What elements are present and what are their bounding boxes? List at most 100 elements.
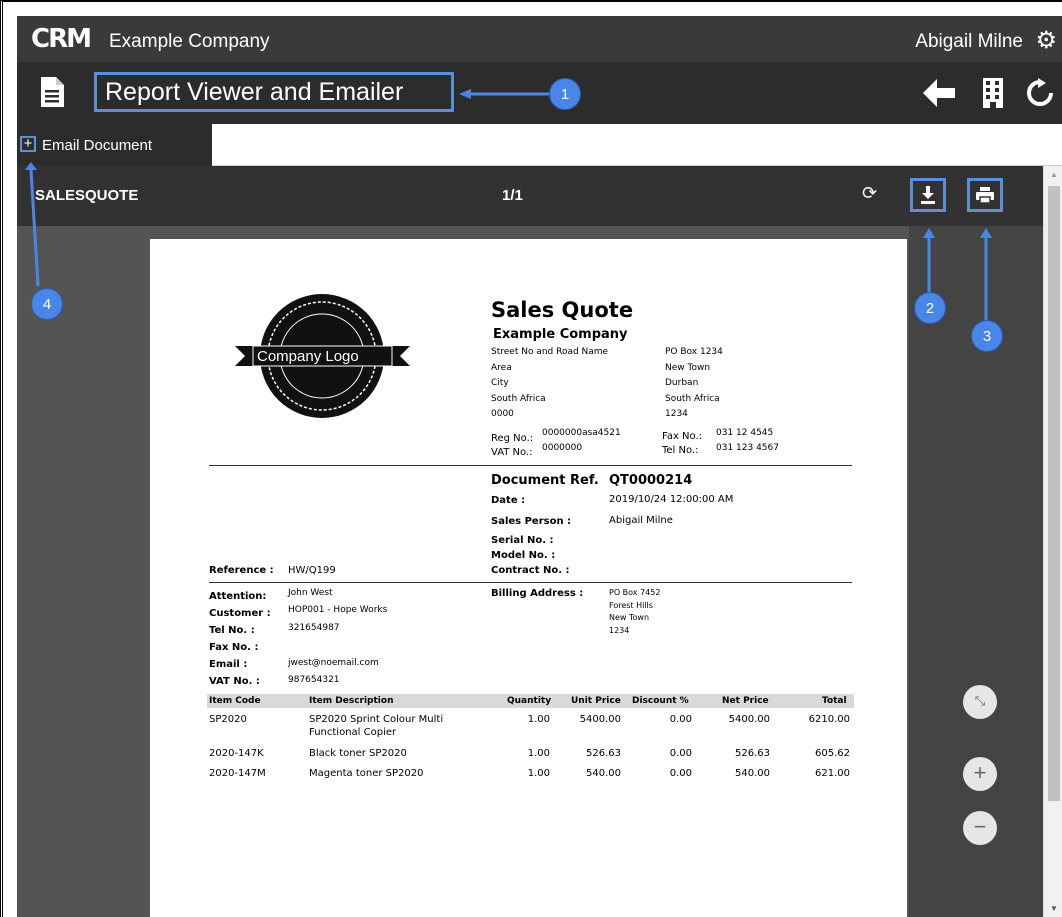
zoom-out-button[interactable]: − (963, 811, 997, 845)
address-line: South Africa (665, 393, 720, 404)
customer-label: Customer : (209, 608, 271, 619)
billing-line: New Town (609, 613, 650, 622)
cell-net: 526.63 (735, 748, 770, 759)
divider (209, 582, 852, 583)
document-heading: Sales Quote (491, 298, 634, 322)
cell-unit: 5400.00 (579, 714, 621, 725)
billing-line: Forest Hills (609, 600, 653, 610)
address-line: PO Box 1234 (665, 347, 723, 357)
crm-logo[interactable]: CRM (31, 24, 92, 54)
billing-label: Billing Address : (491, 588, 584, 599)
download-icon (921, 186, 935, 204)
attention-label: Attention: (209, 591, 267, 602)
divider (209, 465, 852, 466)
print-icon (976, 187, 994, 204)
cell-total: 6210.00 (808, 714, 850, 725)
callout-arrow-1 (459, 89, 559, 99)
cell-unit: 526.63 (586, 748, 621, 759)
address-line: 1234 (665, 409, 688, 419)
cell-net: 540.00 (735, 768, 770, 779)
page-indicator: 1/1 (502, 187, 523, 204)
cust-vat-label: VAT No. : (209, 676, 260, 687)
cell-qty: 1.00 (527, 768, 550, 779)
scroll-down-icon[interactable]: ▼ (1050, 904, 1058, 913)
app-window: CRM Example Company Abigail Milne ⚙ Repo… (0, 0, 1062, 917)
top-bar: CRM Example Company Abigail Milne ⚙ (17, 16, 1062, 62)
tel-value: 031 123 4567 (716, 443, 779, 453)
company-name-doc: Example Company (493, 327, 628, 342)
cell-qty: 1.00 (527, 748, 550, 759)
cell-unit: 540.00 (586, 768, 621, 779)
billing-line: PO Box 7452 (609, 588, 661, 597)
back-arrow-icon[interactable] (923, 79, 955, 112)
cust-tel-label: Tel No. : (209, 625, 255, 636)
cell-disc: 0.00 (669, 768, 692, 779)
cell-desc: SP2020 Sprint Colour Multi (309, 714, 444, 725)
tab-email-document[interactable]: + Email Document (17, 124, 212, 166)
fit-page-button[interactable]: ⤡ (963, 685, 997, 719)
address-line: Area (491, 362, 512, 373)
cell-desc: Black toner SP2020 (309, 748, 407, 759)
cell-code: SP2020 (209, 714, 247, 725)
refresh-icon[interactable] (1024, 78, 1056, 113)
cell-desc: Magenta toner SP2020 (309, 768, 424, 779)
rotate-icon[interactable]: ⟳ (862, 183, 877, 204)
billing-address: PO Box 7452 Forest Hills New Town 1234 (609, 587, 660, 637)
company-name: Example Company (109, 31, 270, 52)
fax-label: Fax No.: (662, 431, 703, 442)
cell-code: 2020-147K (209, 748, 264, 759)
date-value: 2019/10/24 12:00:00 AM (609, 494, 734, 505)
print-button[interactable] (967, 178, 1003, 212)
address-right: PO Box 1234 New Town Durban South Africa… (665, 345, 785, 423)
company-logo: Company Logo (235, 289, 410, 424)
col-quantity: Quantity (507, 696, 552, 706)
cell-disc: 0.00 (669, 748, 692, 759)
billing-line: 1234 (609, 625, 630, 635)
address-left: Street No and Road Name Area City South … (491, 345, 631, 423)
user-name[interactable]: Abigail Milne (915, 31, 1023, 53)
document-icon (39, 76, 65, 113)
reg-label: Reg No.: (491, 433, 534, 444)
cust-fax-label: Fax No. : (209, 642, 259, 653)
contract-label: Contract No. : (491, 565, 570, 576)
salesperson-label: Sales Person : (491, 516, 572, 527)
col-discount: Discount % (632, 696, 689, 706)
logo-text: Company Logo (257, 348, 359, 365)
callout-4: 4 (31, 288, 63, 320)
reg-value: 0000000asa4521 (542, 428, 621, 438)
gear-icon[interactable]: ⚙ (1035, 26, 1057, 55)
scroll-up-icon[interactable]: ▲ (1050, 170, 1058, 179)
cell-disc: 0.00 (669, 714, 692, 725)
col-item-code: Item Code (209, 696, 261, 706)
cell-total: 621.00 (815, 768, 850, 779)
address-line: City (491, 378, 509, 388)
address-line: 0000 (491, 409, 514, 419)
plus-icon[interactable]: + (20, 136, 36, 152)
cell-net: 5400.00 (728, 714, 770, 725)
address-line: Durban (665, 378, 699, 388)
download-button[interactable] (910, 178, 946, 212)
address-line: Street No and Road Name (491, 347, 609, 357)
cell-desc: Functional Copier (309, 727, 397, 738)
vertical-scrollbar[interactable]: ▲ ▼ (1043, 166, 1062, 917)
address-line: New Town (665, 362, 711, 373)
viewer-toolbar: SALESQUOTE 1/1 ⟳ (17, 166, 1043, 226)
tel-label: Tel No.: (662, 445, 699, 456)
col-item-description: Item Description (309, 696, 394, 706)
cell-total: 605.62 (815, 748, 850, 759)
callout-1: 1 (549, 78, 581, 110)
col-unit-price: Unit Price (571, 696, 621, 706)
docref-label: Document Ref. (491, 473, 599, 488)
cell-qty: 1.00 (527, 714, 550, 725)
building-icon[interactable] (982, 77, 1004, 114)
report-page: Company Logo Sales Quote Example Company… (150, 239, 907, 917)
cust-vat-value: 987654321 (288, 675, 340, 685)
callout-2: 2 (914, 292, 946, 324)
serial-label: Serial No. : (491, 535, 554, 546)
report-viewer: SALESQUOTE 1/1 ⟳ ⤡ + − Company Logo Sale… (17, 166, 1043, 917)
scroll-thumb[interactable] (1048, 186, 1060, 801)
zoom-in-button[interactable]: + (963, 757, 997, 791)
page-title: Report Viewer and Emailer (94, 72, 454, 112)
callout-3: 3 (971, 320, 1003, 352)
col-net-price: Net Price (722, 696, 769, 706)
